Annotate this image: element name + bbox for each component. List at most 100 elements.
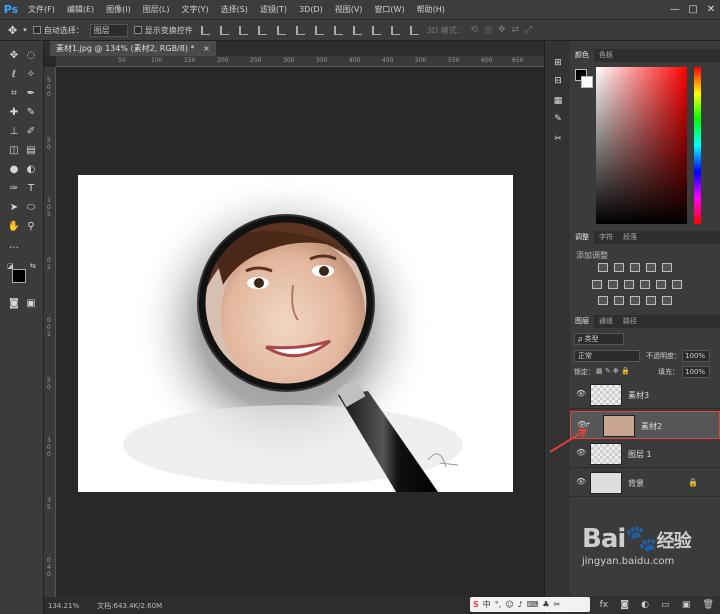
move-tool-icon[interactable]: ✥ bbox=[7, 49, 21, 63]
lock-icons[interactable]: ▦ ✎ ✥ 🔒 bbox=[596, 367, 630, 375]
tab-paths[interactable]: 路径 bbox=[618, 315, 642, 328]
zoom-tool-icon[interactable]: ⚲ bbox=[24, 220, 38, 234]
move-tool-icon[interactable]: ✥ bbox=[8, 24, 17, 37]
keyboard-icon[interactable]: ⌨ bbox=[527, 600, 539, 609]
pen-tool-icon[interactable]: ✑ bbox=[7, 182, 21, 196]
layer-row[interactable]: 👁 背景 🔒 bbox=[570, 469, 720, 497]
selective-color-icon[interactable] bbox=[662, 296, 672, 305]
history-brush-icon[interactable]: ✐ bbox=[24, 125, 38, 139]
info-icon[interactable]: ▦ bbox=[552, 95, 564, 107]
scale-3d-icon[interactable]: ⤢ bbox=[525, 25, 532, 35]
foreground-color-swatch[interactable] bbox=[12, 269, 26, 283]
hue-slider[interactable] bbox=[694, 67, 701, 224]
properties-icon[interactable]: ⊟ bbox=[552, 75, 564, 87]
ruler-top[interactable]: 50 100 150 200 250 300 350 400 450 500 5… bbox=[56, 56, 544, 67]
brightness-icon[interactable] bbox=[598, 263, 608, 272]
eyedropper-icon[interactable]: ✒ bbox=[24, 87, 38, 101]
menu-filter[interactable]: 滤镜(T) bbox=[254, 4, 293, 15]
minimize-button[interactable]: — bbox=[666, 4, 684, 15]
lasso-tool-icon[interactable]: ℓ bbox=[7, 68, 21, 82]
auto-select-dropdown[interactable]: 图层 bbox=[89, 23, 128, 37]
exposure-icon[interactable] bbox=[646, 263, 656, 272]
eraser-icon[interactable]: ◫ bbox=[7, 144, 21, 158]
eye-icon[interactable]: 👁 bbox=[576, 478, 586, 486]
align-bottom-icon[interactable] bbox=[238, 25, 248, 35]
distribute-middle-icon[interactable] bbox=[333, 25, 343, 35]
tab-adjustments[interactable]: 调整 bbox=[570, 231, 594, 244]
new-layer-icon[interactable]: ▣ bbox=[682, 600, 691, 610]
skin-icon[interactable]: ♣ bbox=[542, 600, 549, 609]
fill-field[interactable]: 100% bbox=[682, 366, 710, 378]
align-left-icon[interactable] bbox=[257, 25, 267, 35]
show-transform-checkbox[interactable]: 显示变换控件 bbox=[133, 25, 193, 36]
menu-view[interactable]: 视图(V) bbox=[329, 4, 369, 15]
menu-3d[interactable]: 3D(D) bbox=[293, 5, 329, 14]
tools-icon[interactable]: ✂ bbox=[553, 600, 560, 609]
color-lookup-icon[interactable] bbox=[672, 280, 682, 289]
marquee-tool-icon[interactable]: ◌ bbox=[24, 49, 38, 63]
document-canvas[interactable] bbox=[78, 175, 513, 492]
color-field[interactable] bbox=[596, 67, 687, 224]
crop-tool-icon[interactable]: ⌗ bbox=[7, 87, 21, 101]
distribute-center-icon[interactable] bbox=[390, 25, 400, 35]
threshold-icon[interactable] bbox=[630, 296, 640, 305]
chevron-down-icon[interactable]: ▾ bbox=[23, 26, 27, 34]
tab-layers[interactable]: 图层 bbox=[570, 315, 594, 328]
hand-tool-icon[interactable]: ✋ bbox=[7, 220, 21, 234]
adjustment-icon[interactable]: ◐ bbox=[641, 600, 649, 610]
tab-paragraph[interactable]: 段落 bbox=[618, 231, 642, 244]
default-colors-icon[interactable]: ◪ bbox=[7, 262, 14, 270]
channel-mixer-icon[interactable] bbox=[656, 280, 666, 289]
mic-icon[interactable]: ♪ bbox=[518, 600, 523, 609]
punctuation-icon[interactable]: °, bbox=[495, 600, 502, 609]
restore-button[interactable]: □ bbox=[684, 4, 702, 15]
slide-3d-icon[interactable]: ⇄ bbox=[511, 25, 519, 35]
posterize-icon[interactable] bbox=[614, 296, 624, 305]
hue-saturation-icon[interactable] bbox=[592, 280, 602, 289]
canvas-area[interactable] bbox=[56, 67, 544, 597]
document-size[interactable]: 文档:643.4K/2.60M bbox=[97, 601, 162, 611]
tab-color[interactable]: 颜色 bbox=[570, 49, 594, 62]
ime-mode-label[interactable]: 中 bbox=[483, 599, 491, 610]
clone-stamp-icon[interactable]: ⊥ bbox=[7, 125, 21, 139]
align-center-icon[interactable] bbox=[276, 25, 286, 35]
rotate-3d-icon[interactable]: ⟲ bbox=[471, 25, 479, 35]
align-middle-icon[interactable] bbox=[219, 25, 229, 35]
magic-wand-icon[interactable]: ✧ bbox=[24, 68, 38, 82]
align-top-icon[interactable] bbox=[200, 25, 210, 35]
vibrance-icon[interactable] bbox=[662, 263, 672, 272]
menu-select[interactable]: 选择(S) bbox=[215, 4, 254, 15]
fx-icon[interactable]: fx bbox=[600, 600, 609, 610]
menu-type[interactable]: 文字(Y) bbox=[175, 4, 214, 15]
quick-mask-icon[interactable]: ◙ bbox=[7, 297, 21, 311]
distribute-bottom-icon[interactable] bbox=[352, 25, 362, 35]
tab-character[interactable]: 字符 bbox=[594, 231, 618, 244]
menu-window[interactable]: 窗口(W) bbox=[368, 4, 410, 15]
type-tool-icon[interactable]: T bbox=[24, 182, 38, 196]
ruler-left[interactable]: 5 0 0 5 0 1 0 5 0 2 0 0 2 5 0 3 0 0 3 5 … bbox=[44, 67, 56, 597]
brush-tool-icon[interactable]: ✎ bbox=[24, 106, 38, 120]
menu-edit[interactable]: 编辑(E) bbox=[61, 4, 100, 15]
mask-icon[interactable]: ◙ bbox=[620, 600, 629, 610]
tab-swatches[interactable]: 色板 bbox=[594, 49, 618, 62]
menu-image[interactable]: 图像(I) bbox=[100, 4, 137, 15]
color-balance-icon[interactable] bbox=[608, 280, 618, 289]
close-window-button[interactable]: ✕ bbox=[702, 4, 720, 15]
dodge-tool-icon[interactable]: ◐ bbox=[24, 163, 38, 177]
healing-brush-icon[interactable]: ✚ bbox=[7, 106, 21, 120]
zoom-level[interactable]: 134.21% bbox=[48, 602, 79, 610]
distribute-right-icon[interactable] bbox=[409, 25, 419, 35]
gradient-map-icon[interactable] bbox=[646, 296, 656, 305]
tool-presets-icon[interactable]: ✂ bbox=[552, 133, 564, 145]
blend-mode-select[interactable]: 正常 bbox=[574, 350, 640, 362]
history-icon[interactable]: ⊞ bbox=[552, 57, 564, 69]
emoji-icon[interactable]: ☺ bbox=[505, 600, 513, 609]
menu-layer[interactable]: 图层(L) bbox=[137, 4, 176, 15]
menu-help[interactable]: 帮助(H) bbox=[411, 4, 451, 15]
group-icon[interactable]: ▭ bbox=[661, 600, 670, 610]
ime-toolbar[interactable]: S 中 °, ☺ ♪ ⌨ ♣ ✂ bbox=[470, 597, 590, 612]
pan-3d-icon[interactable]: ✥ bbox=[498, 25, 506, 35]
menu-file[interactable]: 文件(F) bbox=[22, 4, 61, 15]
gradient-icon[interactable]: ▤ bbox=[24, 144, 38, 158]
shape-tool-icon[interactable]: ⬭ bbox=[24, 201, 38, 215]
